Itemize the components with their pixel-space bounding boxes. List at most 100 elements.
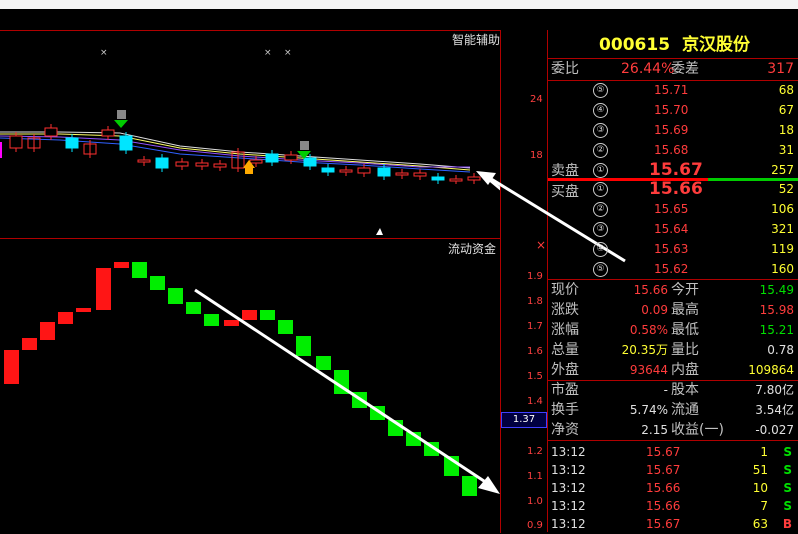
weibi-value: 26.44% [621,61,675,77]
sell-signal-icon [300,141,309,150]
stock-header: 000615 京汉股份 [551,32,798,58]
flow-bar [242,310,257,320]
bid-price: 15.64 [654,222,689,236]
ask-row[interactable]: ③ 15.69 18 [551,120,798,140]
fund-value-2: 7.80亿 [755,383,794,397]
candle-body [44,127,58,137]
tick-volume: 10 [752,481,768,495]
weicha-label: 委差 [671,61,699,77]
tick-row[interactable]: 13:12 15.67 1 S [551,442,798,462]
tick-price: 15.67 [646,517,681,531]
buy-signal-icon [245,168,253,174]
tick-price: 15.67 [646,445,681,459]
sell-label: 卖盘 [551,163,579,179]
bid-row[interactable]: ③ 15.64 321 [551,219,798,239]
tick-price: 15.66 [646,499,681,513]
charts-canvas[interactable]: × × × [0,30,500,532]
fund-label: 市盈 [551,382,579,398]
flow-bar [58,312,73,324]
candle-body [101,129,115,137]
bid-level-icon: ② [593,202,608,217]
stat-row[interactable]: 现价 15.66 今开 15.49 [551,280,798,300]
flow-bar [40,322,55,340]
flow-axis-tick: 1.2 [527,446,543,457]
candle-body [357,167,371,174]
tick-side: S [783,481,792,495]
stat-row[interactable]: 外盘 93644 内盘 109864 [551,360,798,380]
candle-body [431,176,445,181]
bid-row[interactable]: ⑤ 15.62 160 [551,259,798,279]
bid-row[interactable]: ② 15.65 106 [551,199,798,219]
top-window-strip [0,0,798,9]
stock-name: 京汉股份 [681,35,750,55]
candle-group: × × × [0,48,481,235]
ask-volume: 31 [778,143,794,157]
ask-row[interactable]: ④ 15.70 67 [551,100,798,120]
ask-price: 15.68 [654,143,689,157]
ask-level-icon: ① [593,163,608,178]
fund-row[interactable]: 市盈 - 股本 7.80亿 [551,380,798,400]
stat-row[interactable]: 涨幅 0.58% 最低 15.21 [551,320,798,340]
bid-level-icon: ④ [593,242,608,257]
flow-bar [296,336,311,356]
candle-body [213,163,227,168]
flow-bar [76,308,91,312]
flow-bar [316,356,331,370]
ask-row[interactable]: ② 15.68 31 [551,140,798,160]
flow-axis-tick: 1.1 [527,471,543,482]
ask-price: 15.69 [654,123,689,137]
fund-value-2: -0.027 [755,423,794,437]
fund-row[interactable]: 净资 2.15 收益(一) -0.027 [551,420,798,440]
stat-row[interactable]: 涨跌 0.09 最高 15.98 [551,300,798,320]
ask-row[interactable]: ⑤ 15.71 68 [551,80,798,100]
candle-body [339,169,353,173]
ask-volume: 68 [778,83,794,97]
price-axis-tick: 24 [530,94,543,105]
stat-value-2: 15.49 [759,283,794,297]
stat-value-2: 0.78 [767,343,794,357]
fund-label: 换手 [551,402,579,418]
flow-bar [150,276,165,290]
bid-row[interactable]: ④ 15.63 119 [551,239,798,259]
candle-body [321,167,335,173]
flow-axis-tick: 1.4 [527,396,543,407]
stat-label-2: 最高 [671,302,699,318]
tick-row[interactable]: 13:12 15.67 51 S [551,460,798,480]
fund-label-2: 收益(一) [671,422,724,438]
flow-bar [132,262,147,278]
bid-volume: 119 [771,242,794,256]
stat-row[interactable]: 总量 20.35万 量比 0.78 [551,340,798,360]
fund-divider [548,440,798,441]
tick-row[interactable]: 13:12 15.67 63 B [551,514,798,534]
bid-volume: 160 [771,262,794,276]
bid-row[interactable]: ① 15.66 52 [551,179,798,199]
marker-x: × [284,48,292,58]
tick-time: 13:12 [551,463,586,477]
flow-bars [4,262,477,496]
stat-value: 93644 [629,363,668,377]
tick-row[interactable]: 13:12 15.66 10 S [551,478,798,498]
flow-bar [278,320,293,334]
bid-level-icon: ③ [593,222,608,237]
marker-x: × [100,48,108,58]
ask-row[interactable]: ① 15.67 257 [551,160,798,180]
candle-body [265,153,279,163]
bid-volume: 52 [778,182,794,196]
left-edge-marker [0,142,2,158]
ask-price: 15.70 [654,103,689,117]
bid-level-icon: ⑤ [593,262,608,277]
stat-label: 总量 [551,342,579,358]
ask-volume: 18 [778,123,794,137]
fund-value: - [663,383,668,397]
tick-time: 13:12 [551,499,586,513]
cursor-marker-icon [376,228,383,235]
candle-body [449,178,463,182]
fund-row[interactable]: 换手 5.74% 流通 3.54亿 [551,400,798,420]
candle-body [195,162,209,167]
flow-bar [96,268,111,310]
quote-panel-divider [547,30,548,532]
tick-row[interactable]: 13:12 15.66 7 S [551,496,798,516]
bid-price: 15.63 [654,242,689,256]
flow-axis-tick: 1.9 [527,271,543,282]
sell-arrow-icon [114,120,128,128]
